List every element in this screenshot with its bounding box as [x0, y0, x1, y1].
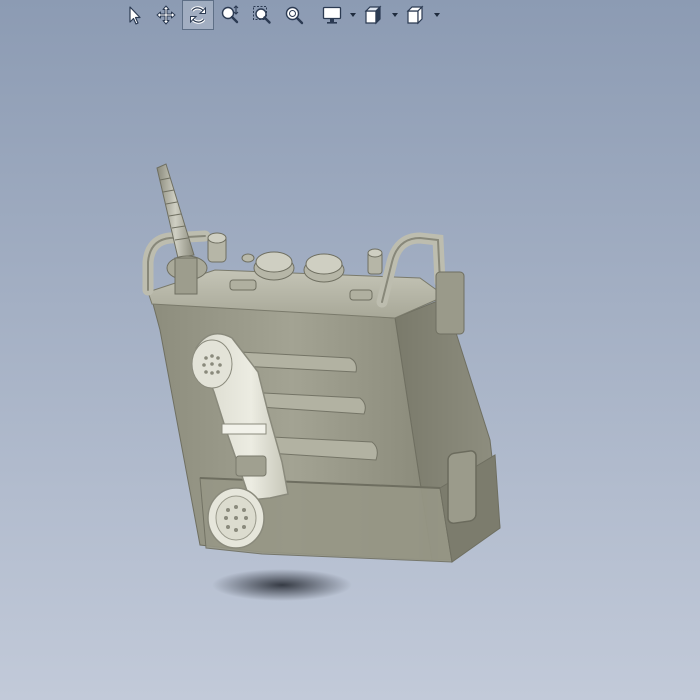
right-handle-bracket [435, 271, 465, 335]
view-orientation-tool-button[interactable] [400, 0, 432, 30]
view-orientation-dropdown[interactable] [432, 0, 442, 30]
zoom-tool-button[interactable] [214, 0, 246, 30]
pan-tool-button[interactable] [150, 0, 182, 30]
display-mode-dropdown[interactable] [348, 0, 358, 30]
rotate-tool-button[interactable] [182, 0, 214, 30]
views-icon [364, 5, 382, 25]
select-tool-button[interactable] [118, 0, 150, 30]
heads-up-toolbar [118, 0, 442, 30]
zoom-icon [221, 5, 239, 24]
monitor-icon [322, 6, 342, 24]
model-shadow [212, 569, 352, 601]
field-radio-model[interactable] [0, 0, 700, 700]
antenna [156, 163, 208, 295]
chevron-down-icon [392, 13, 398, 17]
cube-icon [406, 5, 424, 25]
3d-viewport[interactable] [0, 0, 700, 700]
zoom-window-icon [253, 6, 271, 24]
chevron-down-icon [434, 13, 440, 17]
standard-views-dropdown[interactable] [390, 0, 400, 30]
side-latch [447, 450, 477, 525]
arrow-cursor-icon [129, 6, 141, 25]
standard-views-tool-button[interactable] [358, 0, 390, 30]
zoom-fit-tool-button[interactable] [278, 0, 310, 30]
chevron-down-icon [350, 13, 356, 17]
pan-move-icon [156, 5, 176, 25]
rotate-icon [190, 6, 206, 24]
display-mode-tool-button[interactable] [316, 0, 348, 30]
zoom-fit-icon [285, 6, 304, 25]
zoom-window-tool-button[interactable] [246, 0, 278, 30]
